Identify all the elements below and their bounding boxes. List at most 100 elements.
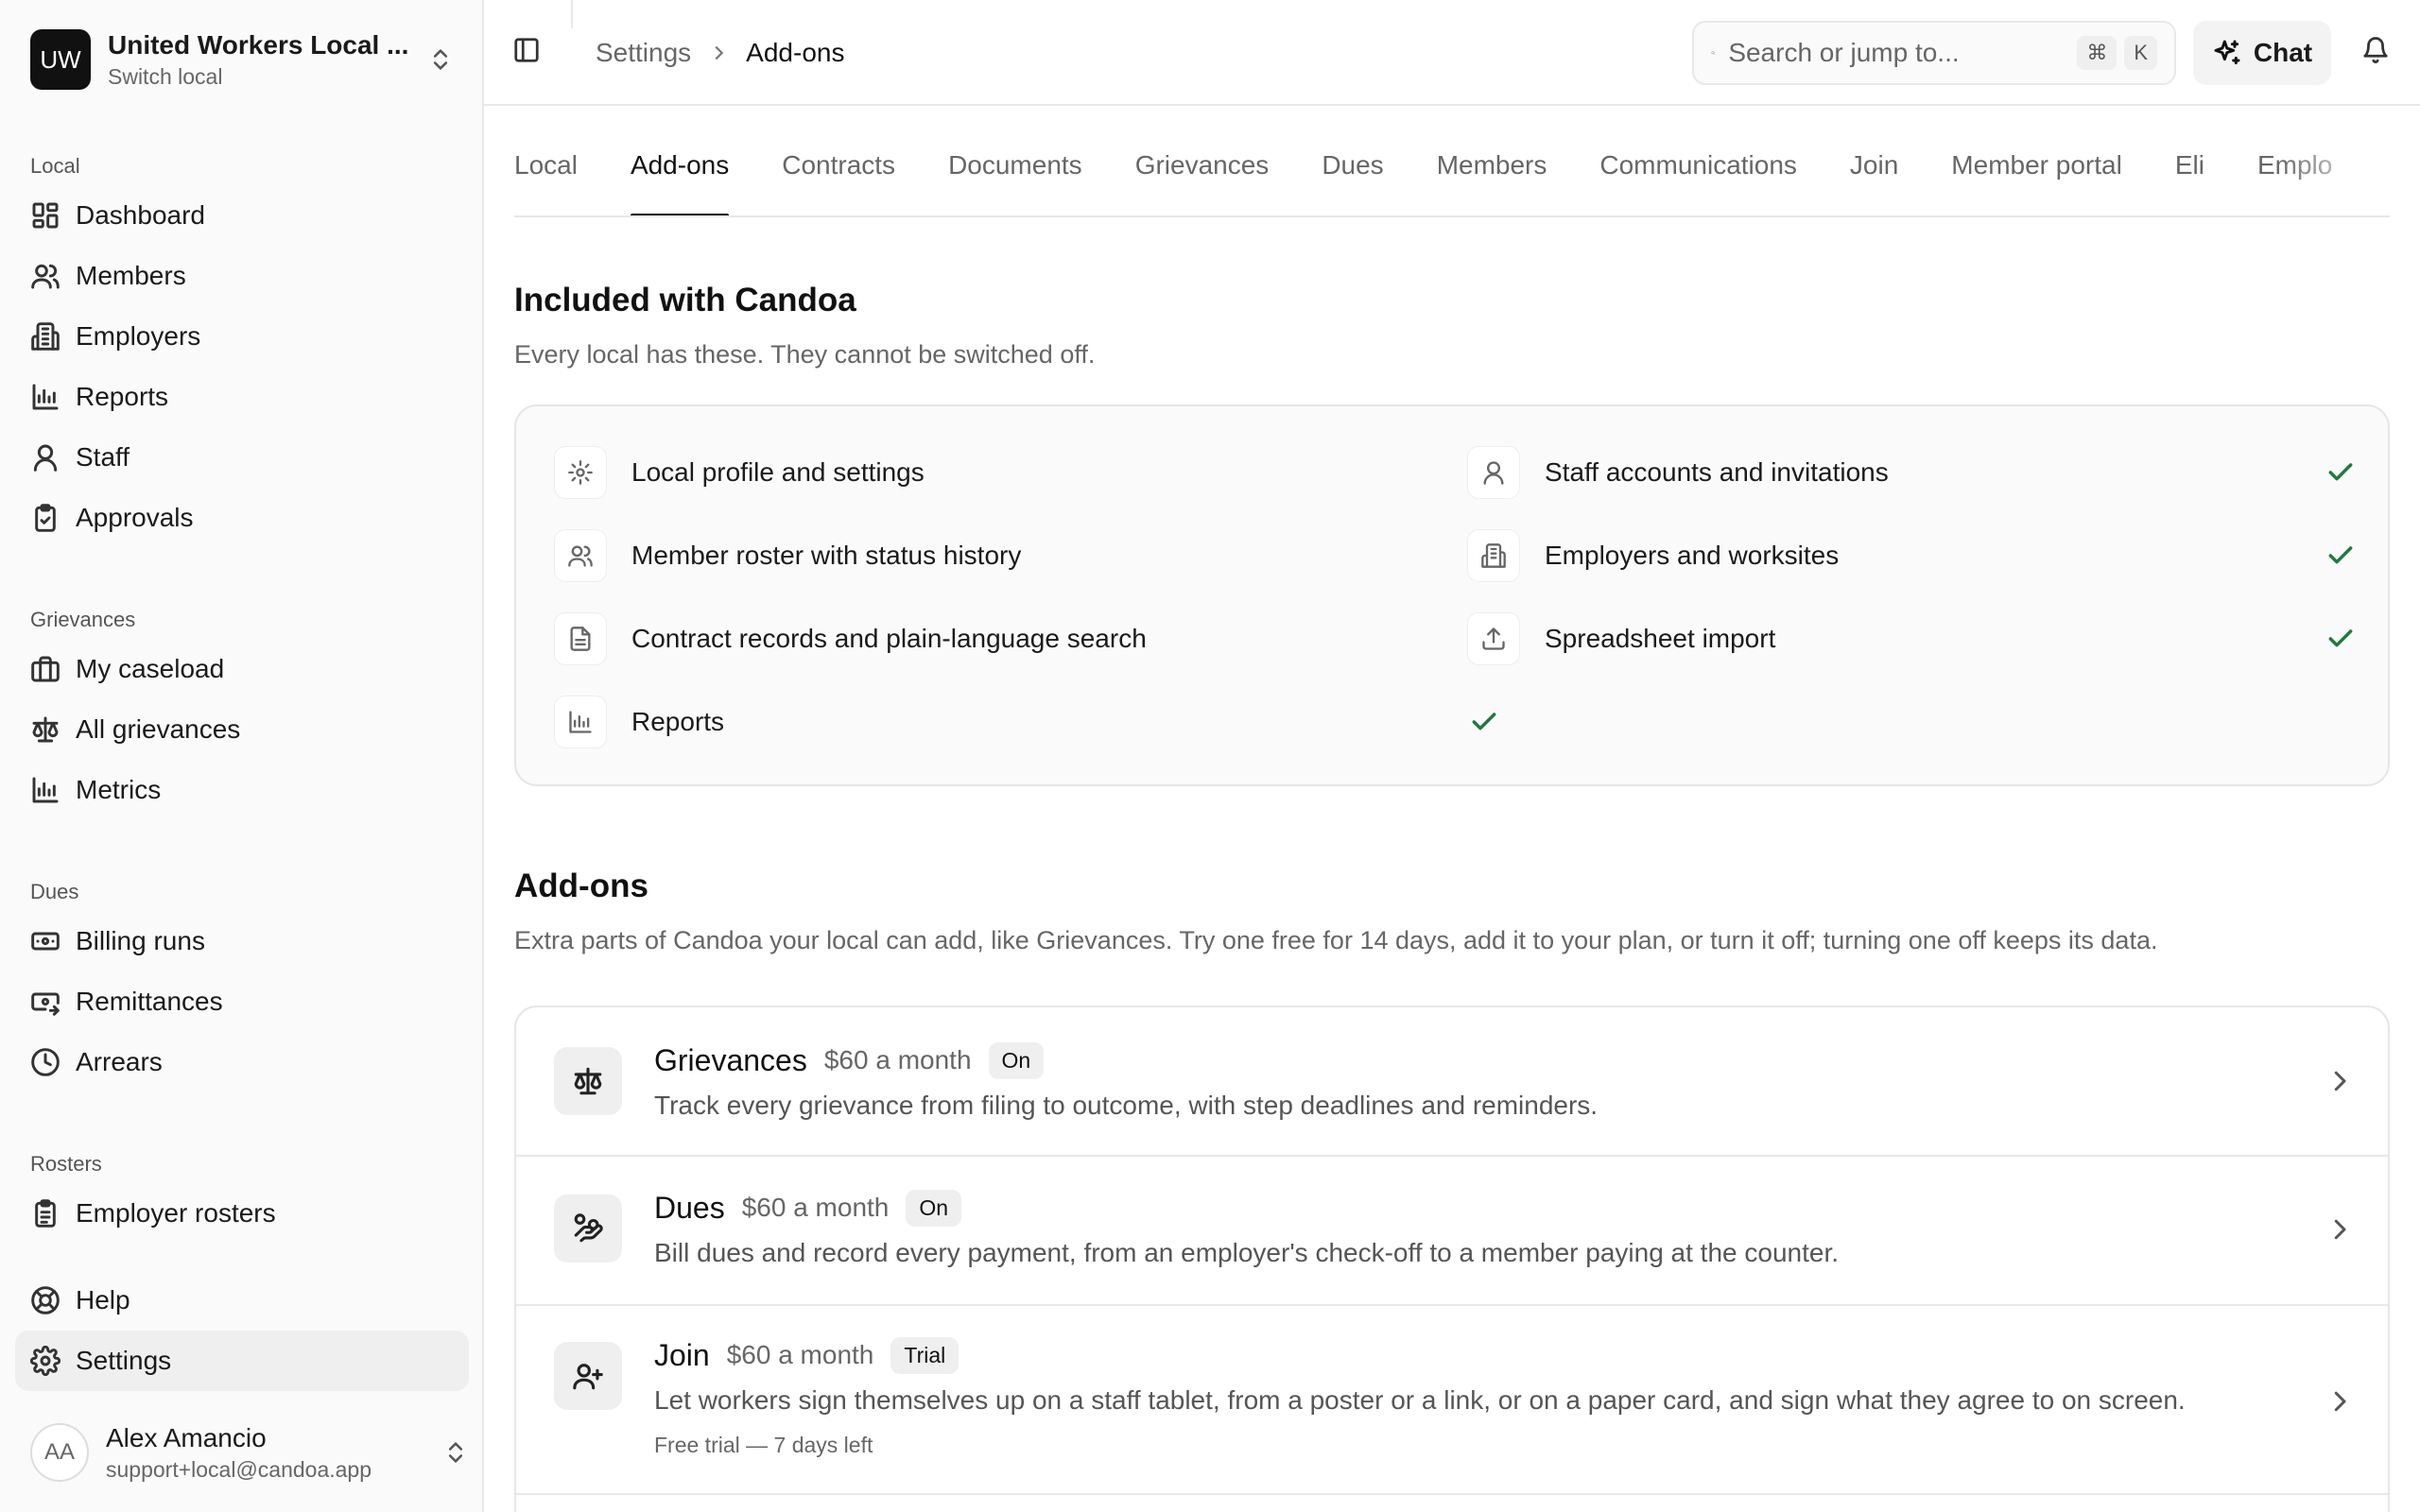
sidebar-item-label: Dashboard (76, 200, 205, 230)
sidebar-item-label: Staff (76, 442, 130, 472)
sidebar: UW United Workers Local ... Switch local… (0, 0, 484, 1512)
addon-name: Dues (654, 1190, 725, 1225)
gear-icon (30, 1346, 60, 1376)
sidebar-item-metrics[interactable]: Metrics (15, 760, 469, 820)
breadcrumb-settings[interactable]: Settings (596, 38, 691, 68)
sidebar-item-label: Settings (76, 1346, 172, 1375)
clipboard-list-icon (35, 1199, 56, 1228)
sidebar-item-label: Billing runs (76, 926, 205, 955)
chat-button[interactable]: Chat (2193, 21, 2331, 85)
sidebar-item-my-caseload[interactable]: My caseload (15, 639, 469, 699)
included-item: Staff accounts and invitations (1467, 444, 2356, 501)
search-bar[interactable]: ⌘ K (1692, 21, 2176, 85)
addon-name: Grievances (654, 1042, 807, 1077)
tab-documents[interactable]: Documents (948, 108, 1082, 215)
sidebar-item-employer-rosters[interactable]: Employer rosters (15, 1183, 469, 1244)
addon-price: $60 a month (823, 1045, 972, 1074)
tab-dues[interactable]: Dues (1322, 108, 1383, 215)
status-badge: On (906, 1189, 962, 1227)
user-icon (33, 444, 58, 472)
included-item: Member roster with status history (554, 527, 1499, 584)
sidebar-toggle-button[interactable] (512, 36, 541, 64)
addon-row-grievances[interactable]: Grievances $60 a month On Track every gr… (516, 1007, 2388, 1157)
scale-icon (32, 716, 59, 743)
tab-member-portal[interactable]: Member portal (1951, 108, 2122, 215)
tab-contracts[interactable]: Contracts (782, 108, 895, 215)
tab-add-ons[interactable]: Add-ons (630, 108, 730, 215)
addon-row-dues[interactable]: Dues $60 a month On Bill dues and record… (516, 1157, 2388, 1306)
building-icon (1481, 543, 1506, 568)
sidebar-item-staff[interactable]: Staff (15, 427, 469, 488)
included-item-label: Staff accounts and invitations (1545, 457, 1889, 487)
chevron-right-icon (2334, 1391, 2346, 1412)
search-input[interactable] (1728, 38, 2070, 68)
sidebar-item-employers[interactable]: Employers (15, 306, 469, 367)
addon-row-join[interactable]: Join $60 a month Trial Let workers sign … (516, 1306, 2388, 1495)
addons-description: Extra parts of Candoa your local can add… (514, 926, 2158, 954)
chevrons-up-down-icon (433, 49, 448, 70)
tabs-fade (2276, 106, 2390, 215)
inc-icon (554, 696, 607, 748)
clock-icon (31, 1048, 60, 1076)
inc-icon (1467, 529, 1520, 582)
sidebar-item-label: Arrears (76, 1047, 163, 1076)
file-text-icon (570, 627, 591, 651)
nav-heading-local: Local (30, 154, 80, 178)
addon-icon (554, 1342, 622, 1410)
tab-communications[interactable]: Communications (1599, 108, 1797, 215)
sidebar-item-members[interactable]: Members (15, 246, 469, 306)
addon-description: Bill dues and record every payment, from… (654, 1238, 1840, 1267)
notifications-button[interactable] (2361, 36, 2390, 64)
sidebar-item-approvals[interactable]: Approvals (15, 488, 469, 548)
local-text: United Workers Local ... Switch local (108, 30, 427, 90)
chevron-right-icon (715, 45, 724, 60)
panel-left-icon (514, 38, 539, 62)
tab-members[interactable]: Members (1437, 108, 1547, 215)
included-card: Local profile and settings Staff account… (514, 404, 2390, 786)
addon-head: Grievances $60 a month On (654, 1040, 1045, 1081)
sidebar-item-label: Employers (76, 321, 201, 351)
included-item-label: Contract records and plain-language sear… (631, 624, 1147, 653)
breadcrumb: Settings Add-ons (596, 0, 844, 106)
included-item: Local profile and settings (554, 444, 1499, 501)
tab-grievances[interactable]: Grievances (1135, 108, 1270, 215)
sidebar-item-remittances[interactable]: Remittances (15, 971, 469, 1032)
nav-section-dues: Dues Billing runs Remittances Arrears (15, 873, 469, 1092)
local-badge: UW (30, 29, 91, 90)
check-icon (2328, 463, 2353, 481)
users-icon (31, 264, 60, 289)
sidebar-item-label: Approvals (76, 503, 194, 532)
sidebar-item-billing-runs[interactable]: Billing runs (15, 911, 469, 971)
kbd-k: K (2124, 36, 2157, 70)
sidebar-item-arrears[interactable]: Arrears (15, 1032, 469, 1092)
sidebar-item-settings[interactable]: Settings (15, 1331, 469, 1391)
addon-price: $60 a month (726, 1340, 874, 1369)
sidebar-item-all-grievances[interactable]: All grievances (15, 699, 469, 760)
included-item-label: Local profile and settings (631, 457, 925, 487)
sidebar-item-help[interactable]: Help (15, 1270, 469, 1331)
users-icon (568, 545, 593, 567)
nav-heading-grievances: Grievances (30, 608, 136, 631)
nav-section-rosters: Rosters Employer rosters (15, 1145, 469, 1244)
building-icon (31, 322, 60, 351)
status-badge: On (988, 1041, 1045, 1079)
nav-section-bottom: Help Settings (15, 1270, 469, 1391)
gear-icon (568, 460, 593, 485)
breadcrumb-current: Add-ons (746, 38, 845, 67)
included-item: Contract records and plain-language sear… (554, 610, 1499, 667)
topbar: Settings Add-ons ⌘ K Chat (484, 0, 2420, 106)
tab-local[interactable]: Local (514, 108, 578, 215)
local-name: United Workers Local ... (108, 29, 409, 60)
tab-eli[interactable]: Eli (2175, 108, 2204, 215)
sidebar-item-reports[interactable]: Reports (15, 367, 469, 427)
sidebar-item-dashboard[interactable]: Dashboard (15, 185, 469, 246)
nav-heading-dues: Dues (30, 880, 79, 903)
tab-join[interactable]: Join (1850, 108, 1898, 215)
user-text: Alex Amancio support+local@candoa.app (106, 1423, 442, 1483)
user-menu[interactable]: AA Alex Amancio support+local@candoa.app (15, 1418, 469, 1487)
included-item: Spreadsheet import (1467, 610, 2356, 667)
avatar: AA (30, 1423, 89, 1482)
life-buoy-icon (31, 1286, 60, 1314)
chevrons-up-down-icon (448, 1442, 463, 1463)
local-switcher[interactable]: UW United Workers Local ... Switch local (15, 13, 469, 106)
